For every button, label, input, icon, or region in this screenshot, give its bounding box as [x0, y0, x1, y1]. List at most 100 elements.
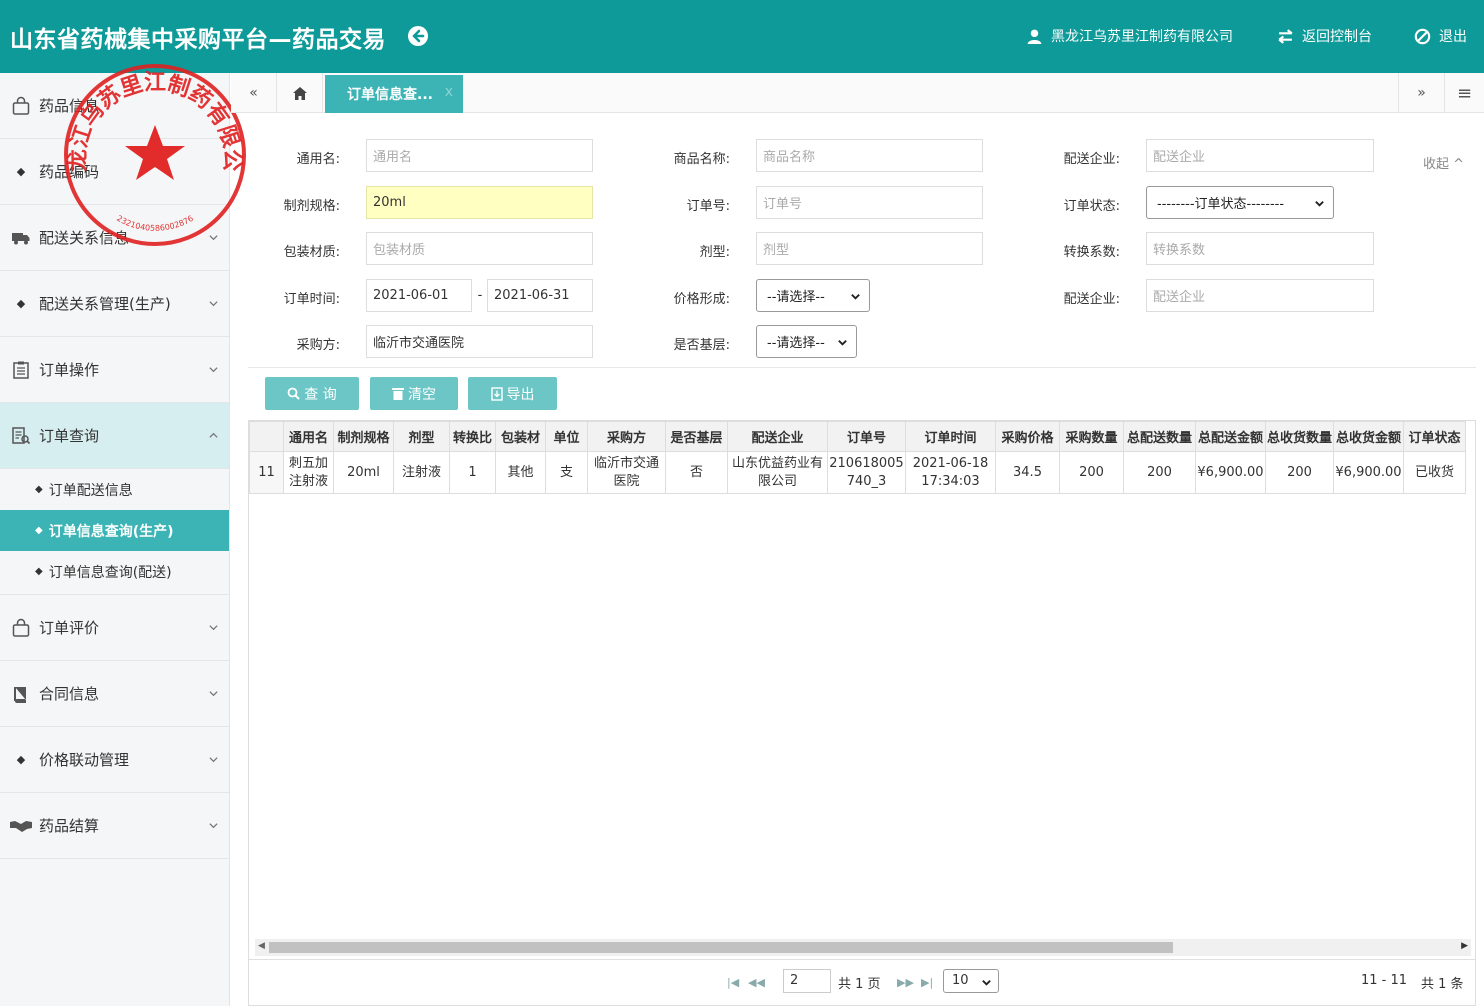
diamond-icon: ◆ — [35, 525, 43, 536]
form-row-4: 订单时间: 2021-06-01 - 2021-06-31 价格形成: --请选… — [248, 279, 1484, 313]
order-datagrid: 通用名 制剂规格 剂型 转换比 包装材 单位 采购方 是否基层 配送企业 订单号… — [248, 420, 1476, 1006]
generic-name-input[interactable]: 通用名 — [366, 139, 593, 172]
page-size-select[interactable]: 10 — [943, 969, 999, 993]
order-time-from-input[interactable]: 2021-06-01 — [366, 279, 472, 312]
cell-dist-qty: 200 — [1123, 451, 1196, 494]
col-header-packaging[interactable]: 包装材 — [495, 421, 546, 452]
table-row[interactable]: 11 刺五加注射液 20ml 注射液 1 其他 支 临沂市交通医院 否 山东优益… — [249, 451, 1466, 494]
export-button[interactable]: 导出 — [468, 377, 557, 410]
product-name-label: 商品名称: — [673, 152, 730, 167]
conversion-input[interactable]: 转换系数 — [1146, 232, 1374, 265]
col-header-quantity[interactable]: 采购数量 — [1059, 421, 1124, 452]
spec-input[interactable]: 20ml — [366, 186, 593, 219]
col-header-order-no[interactable]: 订单号 — [827, 421, 906, 452]
logout-link[interactable]: 退出 — [1414, 26, 1467, 46]
col-header-unit[interactable]: 单位 — [545, 421, 588, 452]
table-header-row: 通用名 制剂规格 剂型 转换比 包装材 单位 采购方 是否基层 配送企业 订单号… — [249, 421, 1466, 452]
price-form-select[interactable]: --请选择-- — [756, 279, 870, 312]
scroll-left-arrow-icon[interactable]: ◀ — [258, 941, 265, 951]
cell-dosage: 注射液 — [393, 451, 450, 494]
dosage-input[interactable]: 剂型 — [756, 232, 983, 265]
order-no-input[interactable]: 订单号 — [756, 186, 983, 219]
first-page-icon[interactable]: |◀ — [727, 976, 739, 989]
col-header-price[interactable]: 采购价格 — [995, 421, 1060, 452]
prev-page-icon[interactable]: ◀◀ — [748, 976, 765, 989]
dist-company-input[interactable]: 配送企业 — [1146, 139, 1374, 172]
sidebar-item-contract[interactable]: 合同信息 — [0, 661, 229, 727]
packaging-input[interactable]: 包装材质 — [366, 232, 593, 265]
scrollbar-thumb[interactable] — [269, 942, 1173, 953]
ban-icon — [1414, 28, 1431, 44]
page-number-input[interactable]: 2 — [783, 969, 831, 993]
col-header-is-basic[interactable]: 是否基层 — [665, 421, 728, 452]
col-header-dist-company[interactable]: 配送企业 — [727, 421, 828, 452]
clear-button[interactable]: 清空 — [370, 377, 458, 410]
buyer-input[interactable]: 临沂市交通医院 — [366, 325, 593, 358]
sidebar-item-label: 订单操作 — [39, 361, 100, 379]
back-arrow-icon[interactable] — [406, 24, 430, 48]
tabs-bar: « 订单信息查... x » ≡ — [231, 73, 1484, 113]
col-header-dist-qty[interactable]: 总配送数量 — [1123, 421, 1196, 452]
sidebar-subitem-order-query-production[interactable]: ◆ 订单信息查询(生产) — [0, 510, 229, 551]
dosage-label: 剂型: — [699, 245, 730, 260]
col-header-dist-amount[interactable]: 总配送金额 — [1195, 421, 1266, 452]
tabs-scroll-left-button[interactable]: « — [231, 73, 277, 113]
col-header-recv-qty[interactable]: 总收货数量 — [1265, 421, 1334, 452]
sidebar-item-dist-manage[interactable]: ◆ 配送关系管理(生产) — [0, 271, 229, 337]
collapse-toggle[interactable]: 收起 ^ — [1423, 153, 1464, 172]
tabs-menu-button[interactable]: ≡ — [1444, 73, 1484, 113]
exchange-icon — [1278, 28, 1293, 44]
cell-recv-amount: ¥6,900.00 — [1333, 451, 1404, 494]
col-header-generic-name[interactable]: 通用名 — [283, 421, 334, 452]
cell-unit: 支 — [545, 451, 588, 494]
form-row-3: 包装材质: 包装材质 剂型: 剂型 转换系数: 转换系数 — [248, 232, 1484, 266]
next-page-icon[interactable]: ▶▶ — [897, 976, 914, 989]
order-time-to-input[interactable]: 2021-06-31 — [487, 279, 593, 312]
dist-company2-input[interactable]: 配送企业 — [1146, 279, 1374, 312]
tabs-scroll-right-button[interactable]: » — [1398, 73, 1444, 113]
cell-quantity: 200 — [1059, 451, 1124, 494]
tab-close-icon[interactable]: x — [445, 84, 453, 100]
cell-dist-amount: ¥6,900.00 — [1195, 451, 1266, 494]
search-icon — [287, 387, 300, 400]
user-icon — [1027, 29, 1042, 44]
col-header-spec[interactable]: 制剂规格 — [333, 421, 394, 452]
horizontal-scrollbar[interactable]: ◀ ▶ — [255, 939, 1471, 956]
col-header-conversion[interactable]: 转换比 — [449, 421, 496, 452]
sidebar-item-label: 配送关系管理(生产) — [39, 295, 171, 313]
sidebar-item-order-review[interactable]: 订单评价 — [0, 595, 229, 661]
sidebar-subitem-dist-info[interactable]: ◆ 订单配送信息 — [0, 469, 229, 510]
col-header-buyer[interactable]: 采购方 — [587, 421, 666, 452]
order-status-select[interactable]: --------订单状态-------- — [1146, 186, 1334, 219]
sidebar-subitem-label: 订单信息查询(生产) — [48, 523, 174, 540]
sidebar-item-order-ops[interactable]: 订单操作 — [0, 337, 229, 403]
col-header-dosage[interactable]: 剂型 — [393, 421, 450, 452]
sidebar-item-settlement[interactable]: 药品结算 — [0, 793, 229, 859]
range-text: 11 - 11 — [1361, 973, 1408, 988]
order-time-label: 订单时间: — [283, 292, 340, 307]
user-menu[interactable]: 黑龙江乌苏里江制药有限公司 — [1026, 26, 1233, 46]
is-basic-select[interactable]: --请选择-- — [756, 325, 857, 358]
col-header-order-time[interactable]: 订单时间 — [905, 421, 996, 452]
query-button[interactable]: 查 询 — [265, 377, 359, 410]
scroll-right-arrow-icon[interactable]: ▶ — [1461, 941, 1468, 951]
col-header-recv-amount[interactable]: 总收货金额 — [1333, 421, 1404, 452]
sidebar-item-price-linkage[interactable]: ◆ 价格联动管理 — [0, 727, 229, 793]
order-status-label: 订单状态: — [1063, 199, 1120, 214]
conversion-label: 转换系数: — [1063, 245, 1120, 260]
sidebar-item-order-query[interactable]: 订单查询 — [0, 403, 229, 469]
chevron-down-icon — [982, 980, 991, 986]
console-link[interactable]: 返回控制台 — [1277, 26, 1372, 46]
chevron-down-icon — [1315, 201, 1324, 207]
cell-buyer: 临沂市交通医院 — [587, 451, 666, 494]
tab-order-info-query[interactable]: 订单信息查... x — [325, 75, 463, 113]
chevron-down-icon — [838, 340, 847, 346]
sidebar-subitem-order-query-dist[interactable]: ◆ 订单信息查询(配送) — [0, 551, 229, 592]
svg-text:2321040586002876: 2321040586002876 — [115, 214, 195, 233]
chevron-up-icon — [209, 432, 218, 438]
product-name-input[interactable]: 商品名称 — [756, 139, 983, 172]
last-page-icon[interactable]: ▶| — [921, 976, 933, 989]
clear-button-label: 清空 — [408, 386, 436, 403]
home-tab[interactable] — [277, 73, 323, 113]
col-header-order-status[interactable]: 订单状态 — [1403, 421, 1466, 452]
